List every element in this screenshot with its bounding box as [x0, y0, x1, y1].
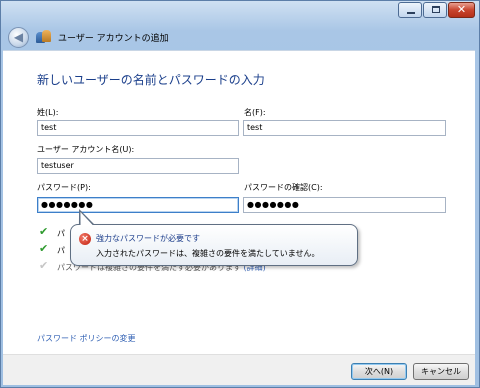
wizard-content: 新しいユーザーの名前とパスワードの入力 姓(L): test 名(F): tes…: [3, 50, 475, 354]
minimize-icon: [407, 12, 415, 14]
page-heading: 新しいユーザーの名前とパスワードの入力: [37, 73, 265, 87]
close-icon: ✕: [456, 3, 467, 16]
last-name-field[interactable]: test: [37, 120, 239, 136]
maximize-button[interactable]: [423, 2, 447, 18]
confirm-password-field[interactable]: ●●●●●●●: [243, 197, 446, 213]
password-field[interactable]: ●●●●●●●: [37, 197, 239, 213]
wizard-footer: 次へ(N) キャンセル: [3, 354, 475, 385]
back-button[interactable]: ◀: [8, 26, 29, 48]
wizard-title: ユーザー アカウントの追加: [58, 33, 169, 44]
wizard-nav-bar: ◀ ユーザー アカウントの追加: [4, 23, 476, 51]
password-policy-link[interactable]: パスワード ポリシーの変更: [37, 333, 136, 344]
error-icon: ×: [79, 233, 91, 245]
check-icon: ✔: [39, 242, 49, 255]
balloon-title: 強力なパスワードが必要です: [96, 234, 200, 243]
error-balloon-tooltip: × 強力なパスワードが必要です 入力されたパスワードは、複雑さの要件を満たしてい…: [70, 224, 358, 266]
check-icon-disabled: ✔: [39, 259, 49, 272]
account-name-field[interactable]: testuser: [37, 158, 239, 174]
confirm-password-label: パスワードの確認(C):: [244, 183, 323, 192]
requirement-2: パ: [57, 246, 65, 255]
requirement-1: パ: [57, 229, 65, 238]
balloon-message: 入力されたパスワードは、複雑さの要件を満たしていません。: [96, 249, 320, 258]
minimize-button[interactable]: [398, 2, 422, 18]
caption-buttons: ✕: [398, 2, 475, 19]
cancel-button[interactable]: キャンセル: [413, 363, 469, 380]
maximize-icon: [432, 6, 440, 13]
check-icon: ✔: [39, 225, 49, 238]
first-name-label: 名(F):: [244, 108, 266, 117]
last-name-label: 姓(L):: [37, 108, 59, 117]
close-button[interactable]: ✕: [448, 2, 475, 18]
user-accounts-icon: [36, 30, 52, 44]
account-name-label: ユーザー アカウント名(U):: [37, 145, 135, 154]
next-button[interactable]: 次へ(N): [351, 363, 407, 380]
password-label: パスワード(P):: [37, 183, 91, 192]
first-name-field[interactable]: test: [243, 120, 446, 136]
